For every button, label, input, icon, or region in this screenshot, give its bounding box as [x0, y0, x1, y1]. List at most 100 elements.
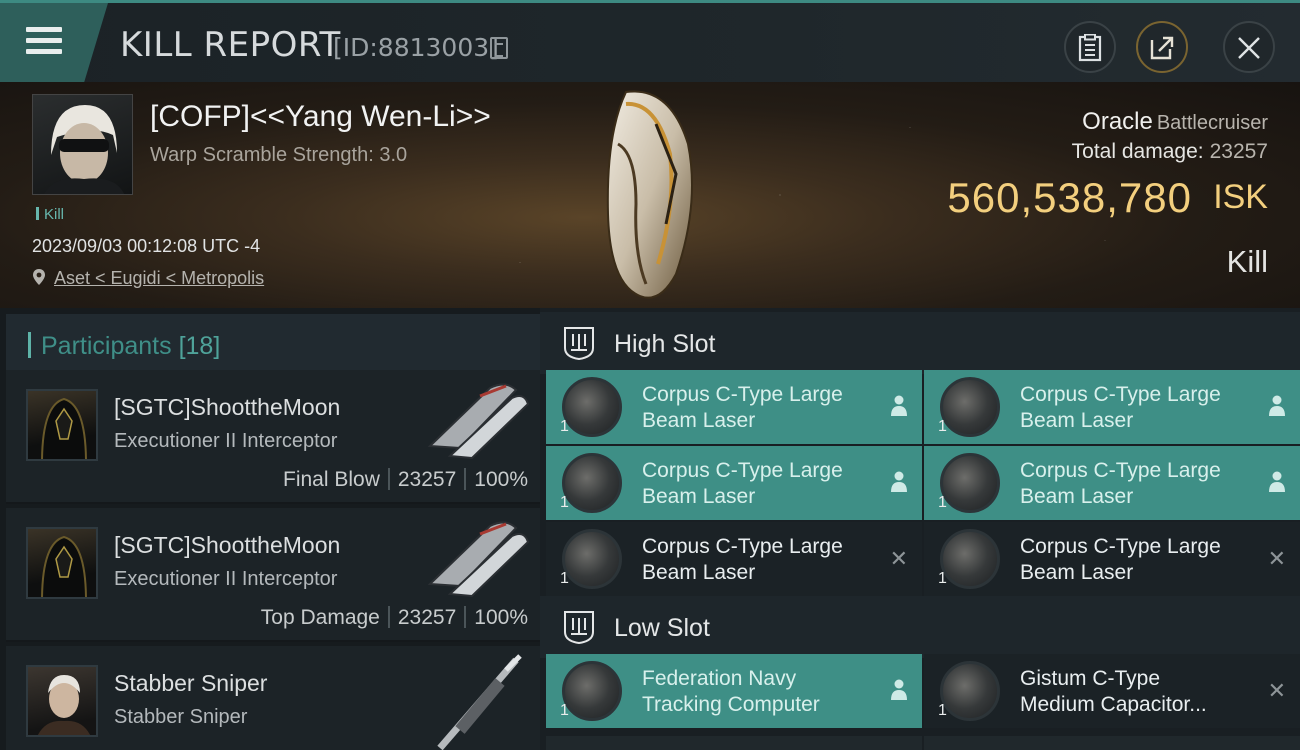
module-quantity: 1	[938, 418, 947, 435]
module-tile[interactable]: 1 Corpus C-Type Large Beam Laser ✕	[546, 522, 922, 596]
module-name-line1: Corpus C-Type Large	[1020, 383, 1221, 406]
menu-icon	[26, 27, 62, 55]
module-name-line2: Beam Laser	[1020, 485, 1134, 508]
ship-class: Battlecruiser	[1156, 112, 1268, 134]
top-bar: KILL REPORT [ID:8813003]	[0, 0, 1300, 82]
low-slot-header: Low Slot	[540, 596, 1300, 658]
destroyed-x-icon: ✕	[1267, 678, 1286, 703]
module-quantity: 1	[938, 494, 947, 511]
module-name: Corpus C-Type Large Beam Laser	[642, 382, 882, 434]
high-slot-label: High Slot	[614, 330, 716, 358]
share-button[interactable]	[1136, 21, 1188, 73]
destroyed-x-icon: ✕	[889, 546, 908, 571]
participant-ship: Executioner II Interceptor	[114, 568, 338, 590]
module-icon	[940, 453, 1000, 513]
module-name: Federation Navy Tracking Computer	[642, 666, 882, 718]
module-name: Corpus C-Type Large Beam Laser	[1020, 382, 1260, 434]
dropped-person-icon	[891, 395, 907, 416]
participant-damage: 23257	[397, 606, 457, 629]
victim-ship[interactable]: Oracle Battlecruiser	[1082, 108, 1268, 136]
participant-stats: Final Blow 23257 100%	[283, 468, 528, 492]
participants-label: Participants	[41, 332, 172, 360]
module-icon	[562, 453, 622, 513]
participant-card[interactable]: [SGTC]ShoottheMoon Executioner II Interc…	[6, 370, 540, 504]
share-icon	[1150, 36, 1174, 60]
participants-header: Participants [18]	[6, 314, 540, 372]
clipboard-button[interactable]	[1064, 21, 1116, 73]
dropped-person-icon	[1269, 395, 1285, 416]
module-name: Corpus C-Type Large Beam Laser	[1020, 534, 1260, 586]
high-slot-header: High Slot	[540, 312, 1300, 374]
fitting-panel: High Slot 1 Corpus C-Type Large Beam Laser…	[540, 308, 1300, 750]
victim-summary: [COFP]<<Yang Wen-Li>> Warp Scramble Stre…	[0, 82, 1300, 308]
participant-name: Stabber Sniper	[114, 670, 268, 696]
low-slot-icon	[564, 611, 594, 644]
kill-timestamp: 2023/09/03 00:12:08 UTC -4	[32, 236, 261, 256]
dropped-person-icon	[1269, 471, 1285, 492]
participant-percent: 100%	[474, 606, 528, 629]
isk-unit: ISK	[1213, 178, 1268, 216]
participant-role: Final Blow	[283, 468, 380, 491]
copy-icon[interactable]	[490, 37, 508, 59]
module-quantity: 1	[938, 570, 947, 587]
module-icon	[562, 377, 622, 437]
module-icon	[562, 661, 622, 721]
module-quantity: 1	[560, 494, 569, 511]
module-name: Corpus C-Type Large Beam Laser	[1020, 458, 1260, 510]
participant-avatar	[26, 665, 98, 737]
victim-portrait[interactable]	[32, 94, 133, 195]
participant-name: [SGTC]ShoottheMoon	[114, 394, 341, 420]
module-tile[interactable]: 1 Corpus C-Type Large Beam Laser	[546, 446, 922, 520]
ship-name: Oracle	[1082, 108, 1153, 135]
total-damage-value: 23257	[1209, 140, 1268, 163]
victim-ship-image	[606, 90, 693, 299]
module-name: Corpus C-Type Large Beam Laser	[642, 534, 882, 586]
dropped-person-icon	[891, 679, 907, 700]
participant-card[interactable]: Stabber Sniper Stabber Sniper	[6, 646, 540, 750]
module-tile[interactable]: 1 Corpus C-Type Large Beam Laser	[546, 370, 922, 444]
module-name: Gistum C-Type Medium Capacitor...	[1020, 666, 1260, 718]
participants-panel: Participants [18] [SGTC]ShoottheMoon Exe…	[0, 308, 540, 750]
kill-location-link[interactable]: Aset < Eugidi < Metropolis	[54, 268, 264, 289]
warp-scramble-strength: Warp Scramble Strength: 3.0	[150, 144, 408, 166]
module-icon	[562, 529, 622, 589]
menu-button[interactable]	[0, 3, 108, 82]
total-damage-label: Total damage:	[1071, 140, 1204, 163]
module-tile[interactable]: 1 Gistum C-Type Medium Capacitor... ✕	[924, 654, 1300, 728]
module-name-line1: Corpus C-Type Large	[1020, 459, 1221, 482]
module-tile[interactable]: 1 Corpus C-Type Large Beam Laser	[924, 370, 1300, 444]
dropped-person-icon	[891, 471, 907, 492]
module-name-line1: Gistum C-Type	[1020, 667, 1161, 690]
module-icon	[940, 529, 1000, 589]
participant-ship-image	[437, 654, 522, 750]
module-tile[interactable]: 1 Corpus C-Type Large Beam Laser	[924, 446, 1300, 520]
participant-ship: Stabber Sniper	[114, 706, 248, 728]
participant-role: Top Damage	[260, 606, 380, 629]
total-damage: Total damage: 23257	[1072, 140, 1268, 164]
close-button[interactable]	[1223, 21, 1275, 73]
page-title: KILL REPORT	[120, 25, 341, 65]
module-tile[interactable]: 1 Corpus C-Type Large Beam Laser ✕	[924, 522, 1300, 596]
participant-ship-image	[427, 383, 530, 460]
module-name-line1: Federation Navy	[642, 667, 797, 690]
module-name-line2: Medium Capacitor...	[1020, 693, 1207, 716]
module-name: Corpus C-Type Large Beam Laser	[642, 458, 882, 510]
victim-pilot-name[interactable]: [COFP]<<Yang Wen-Li>>	[150, 100, 491, 134]
participant-percent: 100%	[474, 468, 528, 491]
module-name-line2: Beam Laser	[642, 561, 756, 584]
participant-ship: Executioner II Interceptor	[114, 430, 338, 452]
participant-damage: 23257	[397, 468, 457, 491]
module-tile[interactable]: 1 Federation Navy Tracking Computer	[546, 654, 922, 728]
module-name-line2: Beam Laser	[1020, 561, 1134, 584]
participant-ship-image	[427, 521, 530, 598]
module-name-line1: Corpus C-Type Large	[642, 535, 843, 558]
low-slot-label: Low Slot	[614, 614, 710, 642]
participants-count: [18]	[178, 332, 221, 360]
isk-value: 560,538,780	[947, 174, 1192, 221]
module-name-line2: Beam Laser	[642, 409, 756, 432]
participant-card[interactable]: [SGTC]ShoottheMoon Executioner II Interc…	[6, 508, 540, 642]
module-name-line2: Beam Laser	[642, 485, 756, 508]
module-quantity: 1	[938, 702, 947, 719]
result-label: Kill	[1226, 244, 1268, 279]
module-name-line1: Corpus C-Type Large	[1020, 535, 1221, 558]
